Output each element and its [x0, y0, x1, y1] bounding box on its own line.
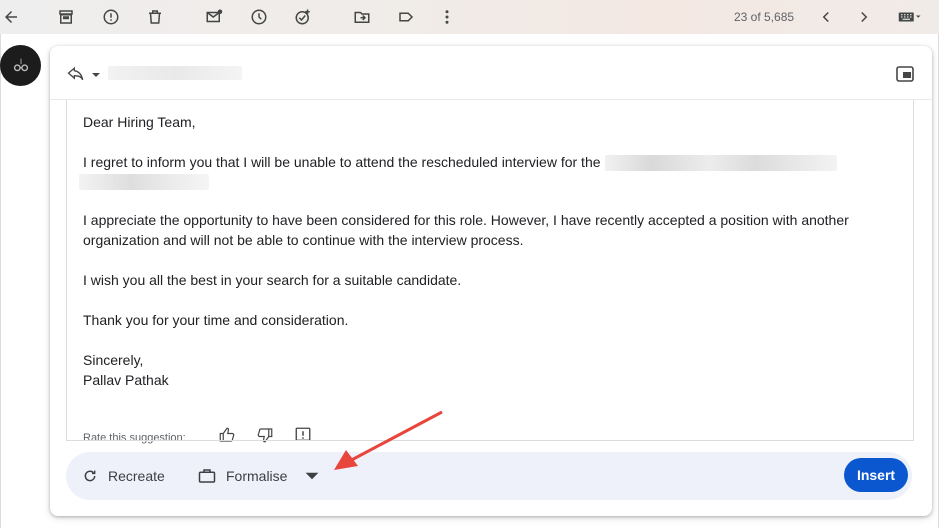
signature-name: Pallav Pathak [83, 372, 169, 388]
prev-chevron-icon[interactable] [815, 6, 837, 28]
reply-dropdown-icon[interactable] [90, 68, 102, 80]
formalise-dropdown[interactable]: Formalise [198, 464, 321, 488]
divider [66, 440, 914, 441]
snooze-icon[interactable] [248, 6, 270, 28]
avatar[interactable] [0, 45, 41, 86]
greeting: Dear Hiring Team, [83, 114, 196, 130]
back-arrow-icon[interactable] [0, 6, 22, 28]
suggestion-panel: Dear Hiring Team, I regret to inform you… [66, 100, 914, 444]
rate-label: Rate this suggestion: [83, 428, 186, 448]
paragraph-3: I wish you all the best in your search f… [83, 272, 462, 288]
thumbs-up-icon[interactable] [217, 426, 237, 444]
reply-icon[interactable] [66, 64, 86, 84]
insert-button[interactable]: Insert [844, 458, 908, 492]
thumbs-down-icon[interactable] [255, 426, 275, 444]
rate-label-text: Rate this suggestion: [83, 432, 186, 444]
add-task-icon[interactable] [292, 6, 314, 28]
compose-card: Dear Hiring Team, I regret to inform you… [50, 46, 932, 516]
briefcase-icon [198, 469, 216, 483]
paragraph-2: I appreciate the opportunity to have bee… [83, 212, 849, 248]
red-arrow-annotation [334, 410, 443, 470]
recreate-button[interactable]: Recreate [82, 464, 165, 488]
paragraph-1: I regret to inform you that I will be un… [79, 152, 883, 190]
glasses-icon [13, 58, 28, 71]
more-icon[interactable] [436, 6, 458, 28]
left-border [0, 34, 1, 528]
signature-block: Sincerely, Pallav Pathak [83, 350, 883, 390]
pager-count: 23 of 5,685 [734, 10, 795, 24]
refresh-icon [84, 470, 96, 482]
chevron-down-icon [306, 472, 319, 480]
keyboard-icon[interactable] [893, 6, 927, 28]
closing: Sincerely, [83, 352, 144, 368]
paragraph-4: Thank you for your time and consideratio… [83, 312, 349, 328]
redacted-text [604, 155, 837, 172]
formalise-label: Formalise [226, 468, 288, 484]
report-spam-icon[interactable] [100, 6, 122, 28]
compose-header [50, 46, 932, 100]
rate-actions [217, 426, 313, 444]
action-bar: Recreate Formalise Insert [66, 452, 912, 500]
recreate-label: Recreate [108, 468, 165, 484]
archive-icon[interactable] [55, 6, 77, 28]
delete-icon[interactable] [144, 6, 166, 28]
label-icon[interactable] [395, 6, 417, 28]
mark-unread-icon[interactable] [203, 6, 225, 28]
next-chevron-icon[interactable] [853, 6, 875, 28]
move-to-icon[interactable] [351, 6, 373, 28]
recipient-redacted [108, 66, 242, 80]
paragraph-1-text: I regret to inform you that I will be un… [83, 154, 601, 170]
top-toolbar: 23 of 5,685 [0, 0, 939, 34]
suggestion-body: Dear Hiring Team, I regret to inform you… [79, 112, 883, 390]
redacted-text [79, 174, 209, 190]
popout-icon[interactable] [896, 66, 914, 82]
report-icon[interactable] [293, 426, 313, 444]
